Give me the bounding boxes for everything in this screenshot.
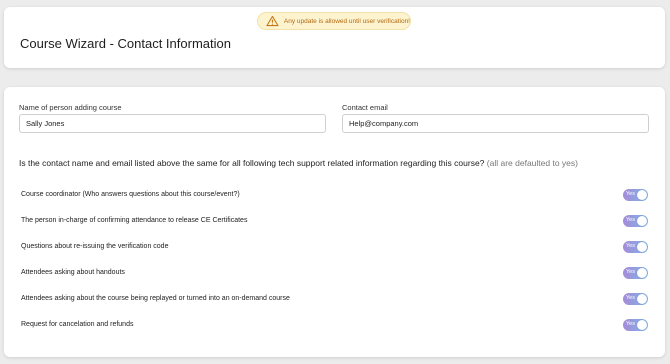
toggle-row-label: Questions about re-issuing the verificat…	[21, 243, 169, 250]
name-input[interactable]	[19, 114, 326, 133]
same-contact-question: Is the contact name and email listed abo…	[19, 158, 578, 168]
toggle-knob	[637, 294, 647, 304]
banner-text: Any update is allowed until user verific…	[283, 17, 410, 25]
toggle-state-label: Yes	[626, 295, 635, 301]
toggle-state-label: Yes	[626, 191, 635, 197]
page-title: Course Wizard - Contact Information	[20, 36, 231, 51]
toggle-state-label: Yes	[626, 269, 635, 275]
toggle-row-label: Course coordinator (Who answers question…	[21, 191, 240, 198]
toggle-row-label: Attendees asking about handouts	[21, 269, 125, 276]
toggle-state-label: Yes	[626, 217, 635, 223]
yes-toggle[interactable]: Yes	[623, 319, 648, 331]
name-field-label: Name of person adding course	[19, 103, 122, 112]
toggle-row-label: Request for cancelation and refunds	[21, 321, 134, 328]
toggle-state-label: Yes	[626, 321, 635, 327]
warning-triangle-icon	[266, 15, 279, 27]
email-input[interactable]	[342, 114, 649, 133]
yes-toggle[interactable]: Yes	[623, 189, 648, 201]
contact-form-card: Name of person adding course Contact ema…	[4, 87, 665, 357]
yes-toggle[interactable]: Yes	[623, 215, 648, 227]
email-field-label: Contact email	[342, 103, 388, 112]
toggle-row-label: The person in-charge of confirming atten…	[21, 217, 248, 224]
verification-banner: Any update is allowed until user verific…	[257, 12, 411, 30]
yes-toggle[interactable]: Yes	[623, 267, 648, 279]
toggle-knob	[637, 242, 647, 252]
toggle-state-label: Yes	[626, 243, 635, 249]
toggle-knob	[637, 190, 647, 200]
question-hint: (all are defaulted to yes)	[486, 158, 578, 168]
yes-toggle[interactable]: Yes	[623, 293, 648, 305]
toggle-knob	[637, 268, 647, 278]
toggle-row-label: Attendees asking about the course being …	[21, 295, 290, 302]
toggle-knob	[637, 216, 647, 226]
toggle-knob	[637, 320, 647, 330]
question-text: Is the contact name and email listed abo…	[19, 158, 485, 168]
yes-toggle[interactable]: Yes	[623, 241, 648, 253]
